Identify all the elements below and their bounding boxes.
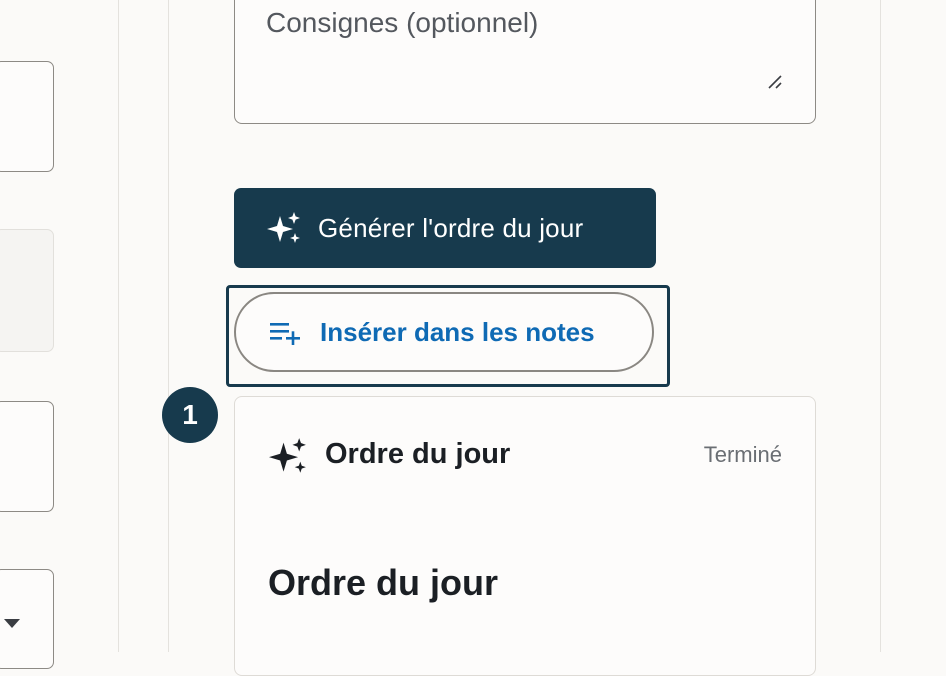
panel-border-left bbox=[168, 0, 169, 652]
column-divider bbox=[118, 0, 119, 652]
panel-border-right bbox=[880, 0, 881, 652]
left-text-field[interactable] bbox=[0, 61, 54, 172]
status-label: Terminé bbox=[703, 442, 782, 467]
left-text-field-2[interactable] bbox=[0, 401, 54, 512]
step-badge: 1 bbox=[162, 387, 218, 443]
agenda-content-title: Ordre du jour bbox=[268, 562, 499, 603]
sparkle-icon bbox=[267, 212, 300, 243]
list-add-icon bbox=[270, 323, 300, 345]
generate-agenda-label: Générer l'ordre du jour bbox=[318, 212, 584, 243]
generate-agenda-button[interactable]: Générer l'ordre du jour bbox=[234, 188, 656, 268]
card-header-title: Ordre du jour bbox=[325, 438, 511, 470]
caret-down-icon bbox=[4, 619, 20, 628]
left-panel bbox=[0, 229, 54, 352]
insert-into-notes-button[interactable]: Insérer dans les notes bbox=[234, 292, 654, 372]
instructions-textarea[interactable]: Consignes (optionnel) bbox=[234, 0, 816, 124]
instructions-placeholder: Consignes (optionnel) bbox=[266, 7, 539, 38]
insert-into-notes-label: Insérer dans les notes bbox=[320, 316, 595, 347]
sparkle-icon bbox=[269, 438, 306, 473]
agenda-result-card: Ordre du jour Terminé Ordre du jour bbox=[234, 396, 816, 676]
resize-grip-icon[interactable] bbox=[766, 73, 784, 91]
